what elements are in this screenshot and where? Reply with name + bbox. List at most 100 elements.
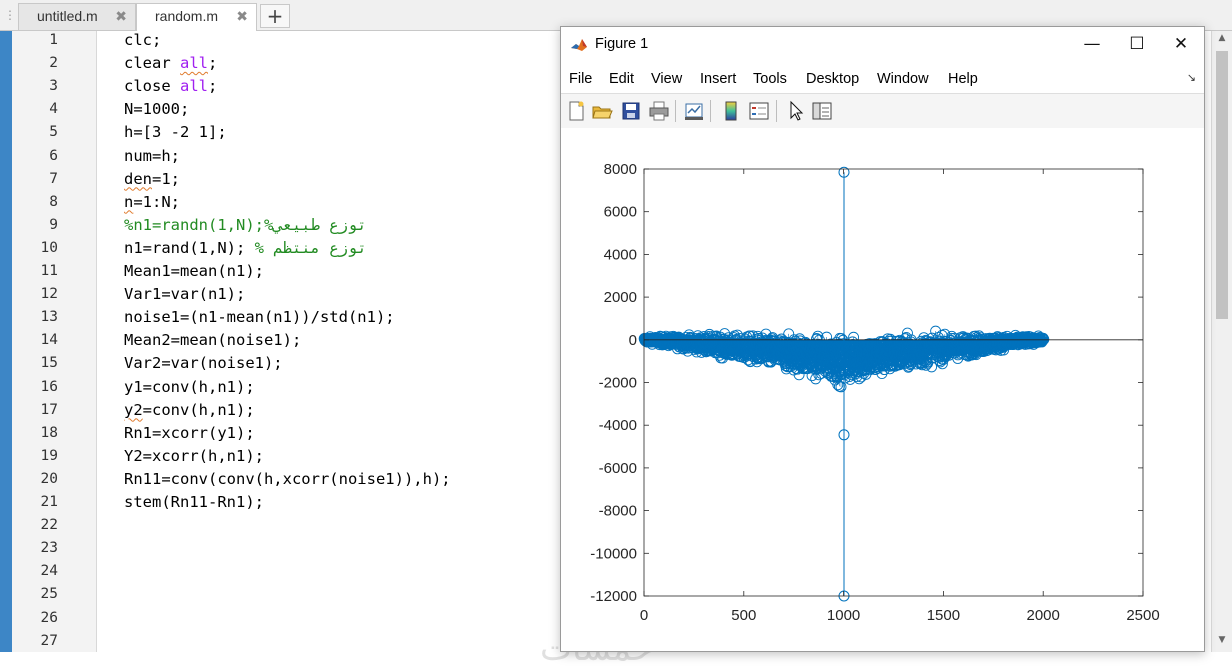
line-number: 1 (49, 32, 58, 48)
y-tick-label: 6000 (604, 204, 637, 221)
menu-edit[interactable]: Edit (609, 71, 634, 87)
code-line[interactable]: noise1=(n1-mean(n1))/std(n1); (124, 308, 395, 326)
code-line[interactable]: Mean1=mean(n1); (124, 262, 264, 280)
menu-tools[interactable]: Tools (753, 71, 787, 87)
toolbar-separator (710, 100, 711, 122)
code-token: ; (208, 54, 218, 73)
tab-random-m[interactable]: random.m ✖ (136, 3, 257, 31)
scroll-up-icon[interactable]: ▲ (1212, 33, 1232, 43)
line-number: 22 (40, 517, 58, 534)
line-number: 12 (40, 286, 58, 303)
code-line[interactable]: N=1000; (124, 100, 189, 118)
code-line[interactable]: stem(Rn11-Rn1); (124, 493, 264, 511)
maximize-button[interactable]: ☐ (1114, 27, 1160, 63)
line-number: 24 (40, 563, 58, 580)
line-number: 19 (40, 447, 58, 464)
line-number: 26 (40, 609, 58, 626)
close-icon[interactable]: ✖ (236, 4, 248, 29)
code-token: Var1=var(n1); (124, 285, 246, 304)
colorbar-icon[interactable] (720, 100, 742, 122)
code-token: ; (208, 77, 218, 96)
y-tick-label: -12000 (590, 588, 637, 605)
code-token: y2 (124, 400, 143, 419)
toolbar-separator (675, 100, 676, 122)
menu-file[interactable]: File (569, 71, 592, 87)
x-tick-label: 2500 (1126, 607, 1159, 624)
code-token: num=h; (124, 146, 180, 165)
code-line[interactable]: y1=conv(h,n1); (124, 378, 255, 396)
new-figure-icon[interactable] (565, 100, 587, 122)
editor-accent-bar (0, 31, 12, 652)
y-tick-label: 2000 (604, 289, 637, 306)
code-line[interactable]: den=1; (124, 170, 180, 188)
line-number: 18 (40, 424, 58, 441)
code-line[interactable]: Rn11=conv(conv(h,xcorr(noise1)),h); (124, 470, 451, 488)
print-icon[interactable] (648, 100, 670, 122)
plot-area (644, 169, 1143, 596)
code-token: clc; (124, 31, 162, 49)
code-line[interactable]: clc; (124, 31, 161, 49)
editor-scrollbar[interactable]: ▲ ▼ (1211, 31, 1232, 652)
legend-icon[interactable] (748, 100, 770, 122)
close-window-button[interactable]: ✕ (1158, 27, 1204, 63)
code-line[interactable]: close all; (124, 77, 217, 95)
menu-insert[interactable]: Insert (700, 71, 736, 87)
code-line[interactable]: Var1=var(n1); (124, 285, 245, 303)
link-plot-icon[interactable] (683, 100, 705, 122)
code-line[interactable]: %n1=randn(1,N);%توزع طبيعي (124, 216, 367, 234)
line-number: 25 (40, 586, 58, 603)
code-line[interactable]: Rn1=xcorr(y1); (124, 424, 255, 442)
line-number: 9 (49, 216, 58, 233)
scroll-down-icon[interactable]: ▼ (1212, 635, 1232, 645)
code-token: close (124, 77, 180, 96)
y-tick-label: -6000 (599, 460, 637, 477)
figure-menubar: File Edit View Insert Tools Desktop Wind… (561, 67, 1204, 93)
line-number: 3 (49, 78, 58, 95)
figure-titlebar[interactable]: Figure 1 — ☐ ✕ (561, 27, 1204, 63)
code-token: Var2=var(noise1); (124, 354, 283, 373)
figure-window[interactable]: Figure 1 — ☐ ✕ File Edit View Insert Too… (560, 26, 1205, 652)
x-tick-label: 500 (731, 607, 756, 624)
pointer-icon[interactable] (785, 100, 807, 122)
figure-title: Figure 1 (595, 36, 649, 52)
code-token: Rn1=xcorr(y1); (124, 423, 255, 442)
menu-view[interactable]: View (651, 71, 682, 87)
y-tick-label: -8000 (599, 503, 637, 520)
y-tick-label: 8000 (604, 161, 637, 178)
code-line[interactable]: Var2=var(noise1); (124, 354, 283, 372)
code-token: Mean2=mean(noise1); (124, 331, 302, 350)
x-tick-label: 1000 (827, 607, 860, 624)
dock-arrow-icon[interactable]: ↘ (1187, 71, 1196, 84)
menu-help[interactable]: Help (948, 71, 978, 87)
stem-plot[interactable]: 0 500 1000 1500 2000 2500 8000 6000 4000 2000 0 -20… (561, 128, 1204, 651)
code-line[interactable]: n1=rand(1,N); % توزع منتظم (124, 239, 367, 257)
code-line[interactable]: h=[3 -2 1]; (124, 123, 227, 141)
close-icon[interactable]: ✖ (115, 4, 127, 29)
line-number: 23 (40, 540, 58, 557)
code-line[interactable]: Mean2=mean(noise1); (124, 331, 301, 349)
property-inspector-icon[interactable] (811, 100, 833, 122)
code-line[interactable]: n=1:N; (124, 193, 180, 211)
tab-untitled-m[interactable]: untitled.m ✖ (18, 3, 136, 30)
menu-desktop[interactable]: Desktop (806, 71, 859, 87)
code-token: =conv(h,n1); (142, 400, 255, 419)
menu-window[interactable]: Window (877, 71, 929, 87)
code-token: =1; (152, 169, 180, 188)
open-file-icon[interactable] (591, 100, 613, 122)
code-line[interactable]: y2=conv(h,n1); (124, 401, 255, 419)
code-line[interactable]: clear all; (124, 54, 217, 72)
line-number: 6 (49, 147, 58, 164)
scrollbar-thumb[interactable] (1216, 51, 1228, 319)
code-token: clear (124, 54, 180, 73)
add-tab-button[interactable]: + (260, 4, 290, 28)
minimize-button[interactable]: — (1069, 27, 1115, 63)
save-icon[interactable] (620, 100, 642, 122)
tab-label: random.m (155, 8, 219, 24)
code-line[interactable]: num=h; (124, 147, 180, 165)
line-number: 14 (40, 332, 58, 349)
figure-canvas[interactable]: 0 500 1000 1500 2000 2500 8000 6000 4000 2000 0 -20… (561, 128, 1204, 651)
line-number: 21 (40, 494, 58, 510)
code-line[interactable]: Y2=xcorr(h,n1); (124, 447, 264, 465)
y-tick-label: 4000 (604, 246, 637, 263)
code-token: % توزع منتظم (254, 238, 367, 257)
